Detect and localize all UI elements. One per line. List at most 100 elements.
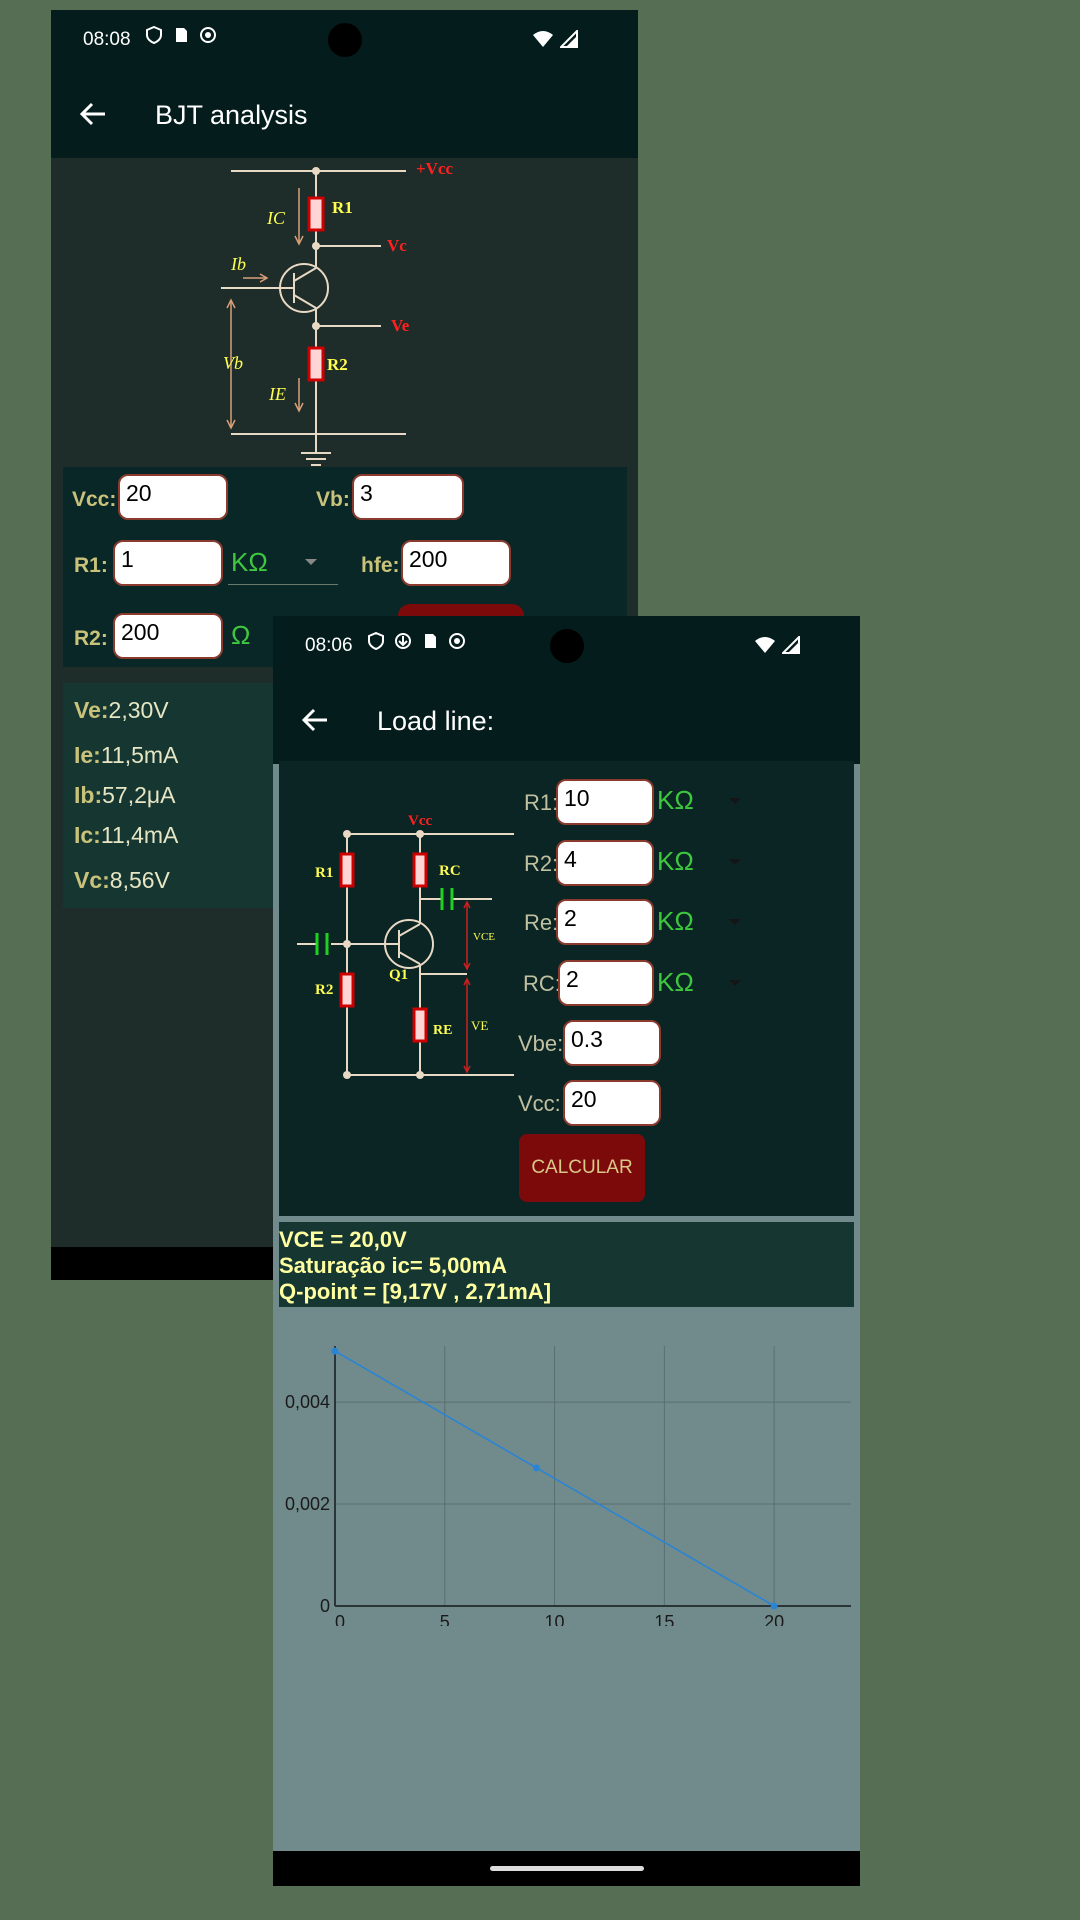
vb-label: Vb: xyxy=(316,488,350,511)
vcc-label: Vcc: xyxy=(72,488,117,511)
result-vc: Vc:8,56V xyxy=(74,867,170,893)
sd-card-icon xyxy=(176,28,187,42)
ve-node-label: Ve xyxy=(391,316,410,335)
vb-input[interactable]: 3 xyxy=(352,474,464,520)
rc-resistor xyxy=(412,852,428,888)
data-point xyxy=(532,1464,540,1472)
r1-label: R1: xyxy=(524,790,559,815)
x-tick-label: 20 xyxy=(764,1612,784,1626)
r2-label: R2 xyxy=(327,355,348,374)
vce-label: VCE xyxy=(473,931,495,943)
signal-icon xyxy=(782,636,800,654)
r1-label: R1 xyxy=(315,865,333,881)
hfe-label: hfe: xyxy=(361,554,400,577)
shield-icon xyxy=(146,26,162,44)
rc-input[interactable]: 2 xyxy=(558,960,654,1006)
signal-icon xyxy=(560,30,578,48)
x-tick-label: 0 xyxy=(335,1612,345,1626)
r2-label: R2: xyxy=(524,851,559,876)
r2-unit-select[interactable]: Ω xyxy=(231,620,250,651)
r1-unit-select[interactable]: KΩ xyxy=(231,547,268,578)
y-tick-label: 0,002 xyxy=(285,1494,330,1514)
app-notification-icon xyxy=(200,27,216,43)
r2-label: R2: xyxy=(74,627,108,650)
r1-unit-underline xyxy=(228,584,338,585)
result-ib: Ib:57,2μA xyxy=(74,782,176,808)
r1-input[interactable]: 1 xyxy=(113,540,223,586)
data-point xyxy=(331,1347,339,1355)
status-time: 08:08 xyxy=(83,29,131,50)
vbe-input[interactable]: 0.3 xyxy=(563,1020,661,1066)
calcular-button[interactable]: CALCULAR xyxy=(519,1134,645,1202)
vcc-input[interactable]: 20 xyxy=(118,474,228,520)
back-arrow-icon[interactable] xyxy=(301,706,329,734)
hfe-input[interactable]: 200 xyxy=(401,540,511,586)
status-bar: 08:06 xyxy=(273,616,860,676)
r2-unit-select[interactable]: KΩ xyxy=(657,846,694,877)
vbe-label: Vbe: xyxy=(518,1031,564,1056)
q1-label: Q1 xyxy=(389,967,408,983)
r1-resistor xyxy=(307,196,325,232)
data-point xyxy=(770,1602,778,1610)
y-tick-label: 0 xyxy=(320,1596,330,1616)
vcc-node-label: +Vcc xyxy=(416,159,454,178)
r1-input[interactable]: 10 xyxy=(556,779,654,825)
ib-label: Ib xyxy=(230,254,246,274)
vb-label: Vb xyxy=(223,353,243,373)
chevron-down-icon xyxy=(729,798,741,804)
wifi-icon xyxy=(755,637,775,653)
page-title: Load line: xyxy=(377,706,495,736)
r2-resistor xyxy=(307,346,325,382)
chevron-down-icon xyxy=(729,919,741,925)
back-arrow-icon[interactable] xyxy=(79,100,107,128)
camera-cutout xyxy=(328,23,362,57)
r2-input[interactable]: 4 xyxy=(556,840,654,886)
app-notification-icon xyxy=(449,633,465,649)
re-label: RE xyxy=(433,1023,452,1038)
wifi-icon xyxy=(533,31,553,47)
re-input[interactable]: 2 xyxy=(556,899,654,945)
navigation-bar xyxy=(273,1851,860,1886)
rc-unit-select[interactable]: KΩ xyxy=(657,967,694,998)
chevron-down-icon xyxy=(729,980,741,986)
load-line-screen: 08:06 Load line: Vcc R1 RC VCE Q1 R2 RE … xyxy=(273,616,860,1886)
vcc-input[interactable]: 20 xyxy=(563,1080,661,1126)
r1-label: R1: xyxy=(74,554,108,577)
x-tick-label: 10 xyxy=(545,1612,565,1626)
vcc-node-label: Vcc xyxy=(408,813,432,829)
r2-input[interactable]: 200 xyxy=(113,613,223,659)
result-ve: Ve:2,30V xyxy=(74,697,169,723)
q-point-result: Q-point = [9,17V , 2,71mA] xyxy=(279,1279,552,1304)
x-tick-label: 15 xyxy=(654,1612,674,1626)
voltage-divider-circuit-diagram: Vcc R1 RC VCE Q1 R2 RE VE xyxy=(297,813,514,1079)
download-icon xyxy=(395,633,411,649)
ie-label: IE xyxy=(268,384,286,404)
app-bar: BJT analysis xyxy=(51,70,638,158)
bjt-circuit-diagram: +Vcc R1 Vc Ve R2 IC Ib Vb IE xyxy=(221,159,454,466)
re-unit-select[interactable]: KΩ xyxy=(657,906,694,937)
r2-label: R2 xyxy=(315,982,333,998)
rc-label: RC xyxy=(439,863,461,879)
chevron-down-icon xyxy=(305,559,317,565)
vce-result: VCE = 20,0V xyxy=(279,1227,407,1252)
page-title: BJT analysis xyxy=(155,100,308,130)
home-indicator[interactable] xyxy=(490,1866,644,1871)
ic-label: IC xyxy=(266,208,286,228)
re-resistor xyxy=(412,1007,428,1043)
r1-resistor xyxy=(339,852,355,888)
x-tick-label: 5 xyxy=(440,1612,450,1626)
result-ic: Ic:11,4mA xyxy=(74,822,179,848)
status-bar: 08:08 xyxy=(51,10,638,70)
y-tick-label: 0,004 xyxy=(285,1392,330,1412)
re-label: Re: xyxy=(524,910,559,935)
status-time: 08:06 xyxy=(305,635,353,656)
vc-node-label: Vc xyxy=(387,236,407,255)
rc-label: RC: xyxy=(523,971,561,996)
ve-label: VE xyxy=(471,1018,488,1033)
vcc-label: Vcc: xyxy=(518,1091,561,1116)
saturation-result: Saturação ic= 5,00mA xyxy=(279,1253,508,1278)
r1-label: R1 xyxy=(332,198,353,217)
camera-cutout xyxy=(550,629,584,663)
r1-unit-select[interactable]: KΩ xyxy=(657,785,694,816)
load-line-chart: 0 5 10 15 20 0 0,002 0,004 xyxy=(285,1346,851,1626)
